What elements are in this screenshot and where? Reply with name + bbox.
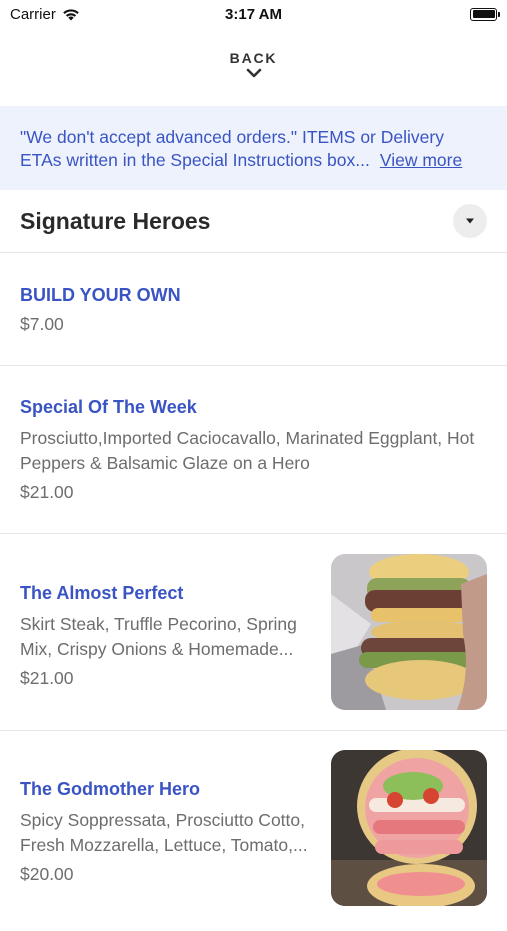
menu-item-name: Special Of The Week [20,397,197,417]
caret-down-icon [466,218,474,224]
italian-hero-photo[interactable] [331,750,487,906]
menu-item-name: The Godmother Hero [20,779,201,799]
steak-sandwich-photo[interactable] [331,554,487,710]
menu-item-text: The Godmother Hero Spicy Soppressata, Pr… [20,779,310,885]
status-left: Carrier [10,6,80,23]
menu-item-description: Skirt Steak, Truffle Pecorino, Spring Mi… [20,614,297,659]
menu-item-price: $20.00 [20,864,74,884]
menu-item-text: Special Of The Week Prosciutto,Imported … [20,397,480,503]
wifi-icon [63,8,79,20]
notice-banner: "We don't accept advanced orders." ITEMS… [0,106,507,190]
menu-item-price: $21.00 [20,482,74,502]
menu-item[interactable]: The Godmother Hero Spicy Soppressata, Pr… [0,731,507,931]
menu-item-name: BUILD YOUR OWN [20,285,181,305]
back-button[interactable]: BACK [0,50,507,78]
status-bar: Carrier 3:17 AM [0,0,507,28]
menu-item-text: BUILD YOUR OWN $7.00 [20,285,480,335]
menu-item-name: The Almost Perfect [20,583,184,603]
section-title: Signature Heroes [20,207,211,234]
menu-item-price: $7.00 [20,314,64,334]
view-more-link[interactable]: View more [380,150,462,170]
chevron-down-icon [246,68,261,78]
back-label: BACK [229,50,278,66]
menu-item-description: Prosciutto,Imported Caciocavallo, Marina… [20,428,475,473]
menu-item-text: The Almost Perfect Skirt Steak, Truffle … [20,583,310,689]
menu-item-price: $21.00 [20,668,74,688]
menu-item[interactable]: Special Of The Week Prosciutto,Imported … [0,366,507,534]
menu-item[interactable]: The Almost Perfect Skirt Steak, Truffle … [0,534,507,731]
menu-item[interactable]: BUILD YOUR OWN $7.00 [0,253,507,366]
menu-item-description: Spicy Soppressata, Prosciutto Cotto, Fre… [20,810,308,855]
carrier-label: Carrier [10,5,56,23]
section-header[interactable]: Signature Heroes [0,190,507,253]
battery-icon [470,7,500,21]
section-collapse-button[interactable] [453,204,487,238]
